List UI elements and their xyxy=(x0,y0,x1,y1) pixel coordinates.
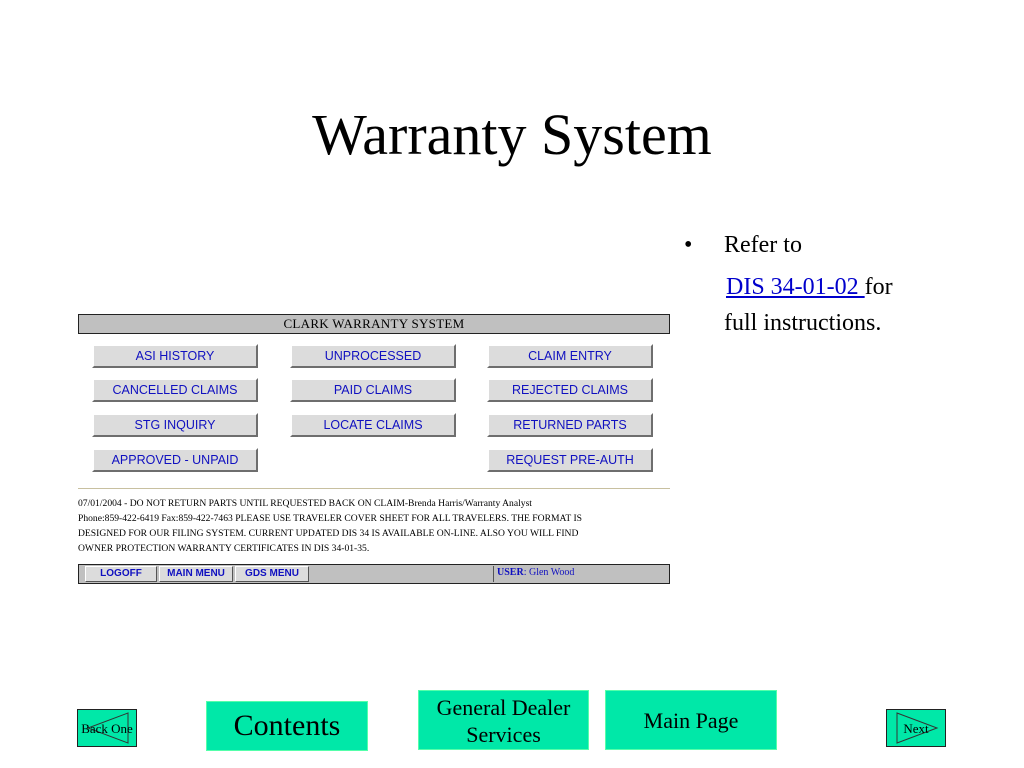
main-menu-button[interactable]: MAIN MENU xyxy=(159,566,233,582)
rejected-claims-button[interactable]: REJECTED CLAIMS xyxy=(487,378,653,402)
notice-line: DESIGNED FOR OUR FILING SYSTEM. CURRENT … xyxy=(78,528,579,539)
notice-line: OWNER PROTECTION WARRANTY CERTIFICATES I… xyxy=(78,543,370,554)
warranty-system-screenshot: CLARK WARRANTY SYSTEM ASI HISTORY UNPROC… xyxy=(78,314,670,584)
bullet-text-instructions: full instructions. xyxy=(724,310,882,336)
dis-link[interactable]: DIS 34-01-02 xyxy=(726,274,865,300)
services-label: Services xyxy=(466,722,541,747)
user-label: USER xyxy=(497,567,524,578)
locate-claims-button[interactable]: LOCATE CLAIMS xyxy=(290,413,456,437)
logoff-button[interactable]: LOGOFF xyxy=(85,566,157,582)
asi-history-button[interactable]: ASI HISTORY xyxy=(92,344,258,368)
user-info: USER: Glen Wood xyxy=(493,566,667,582)
bullet-line-link: DIS 34-01-02 for xyxy=(726,272,893,302)
returned-parts-button[interactable]: RETURNED PARTS xyxy=(487,413,653,437)
general-dealer-services-button[interactable]: General Dealer Services xyxy=(418,690,589,750)
notice-line: 07/01/2004 - DO NOT RETURN PARTS UNTIL R… xyxy=(78,498,532,509)
gds-menu-button[interactable]: GDS MENU xyxy=(235,566,309,582)
user-value: : Glen Wood xyxy=(523,567,575,578)
unprocessed-button[interactable]: UNPROCESSED xyxy=(290,344,456,368)
stg-inquiry-button[interactable]: STG INQUIRY xyxy=(92,413,258,437)
claim-entry-button[interactable]: CLAIM ENTRY xyxy=(487,344,653,368)
divider xyxy=(78,488,670,489)
bullet-text-for: for xyxy=(864,274,893,300)
bullet-text-refer: Refer to xyxy=(724,232,802,258)
bullet-symbol: • xyxy=(684,232,693,258)
paid-claims-button[interactable]: PAID CLAIMS xyxy=(290,378,456,402)
slide-title: Warranty System xyxy=(312,102,712,167)
approved-unpaid-button[interactable]: APPROVED - UNPAID xyxy=(92,448,258,472)
contents-button[interactable]: Contents xyxy=(206,701,368,751)
general-dealer-label: General Dealer xyxy=(436,695,571,720)
warranty-header: CLARK WARRANTY SYSTEM xyxy=(78,314,670,334)
warranty-footer-bar: LOGOFF MAIN MENU GDS MENU USER: Glen Woo… xyxy=(78,564,670,584)
main-page-button[interactable]: Main Page xyxy=(605,690,777,750)
warranty-notice: 07/01/2004 - DO NOT RETURN PARTS UNTIL R… xyxy=(78,496,670,556)
cancelled-claims-button[interactable]: CANCELLED CLAIMS xyxy=(92,378,258,402)
next-button[interactable]: Next xyxy=(886,709,946,747)
back-one-label: Back One xyxy=(81,721,133,736)
back-one-button[interactable]: Back One xyxy=(77,709,137,747)
notice-line: Phone:859-422-6419 Fax:859-422-7463 PLEA… xyxy=(78,513,582,524)
next-label: Next xyxy=(903,721,929,736)
request-pre-auth-button[interactable]: REQUEST PRE-AUTH xyxy=(487,448,653,472)
